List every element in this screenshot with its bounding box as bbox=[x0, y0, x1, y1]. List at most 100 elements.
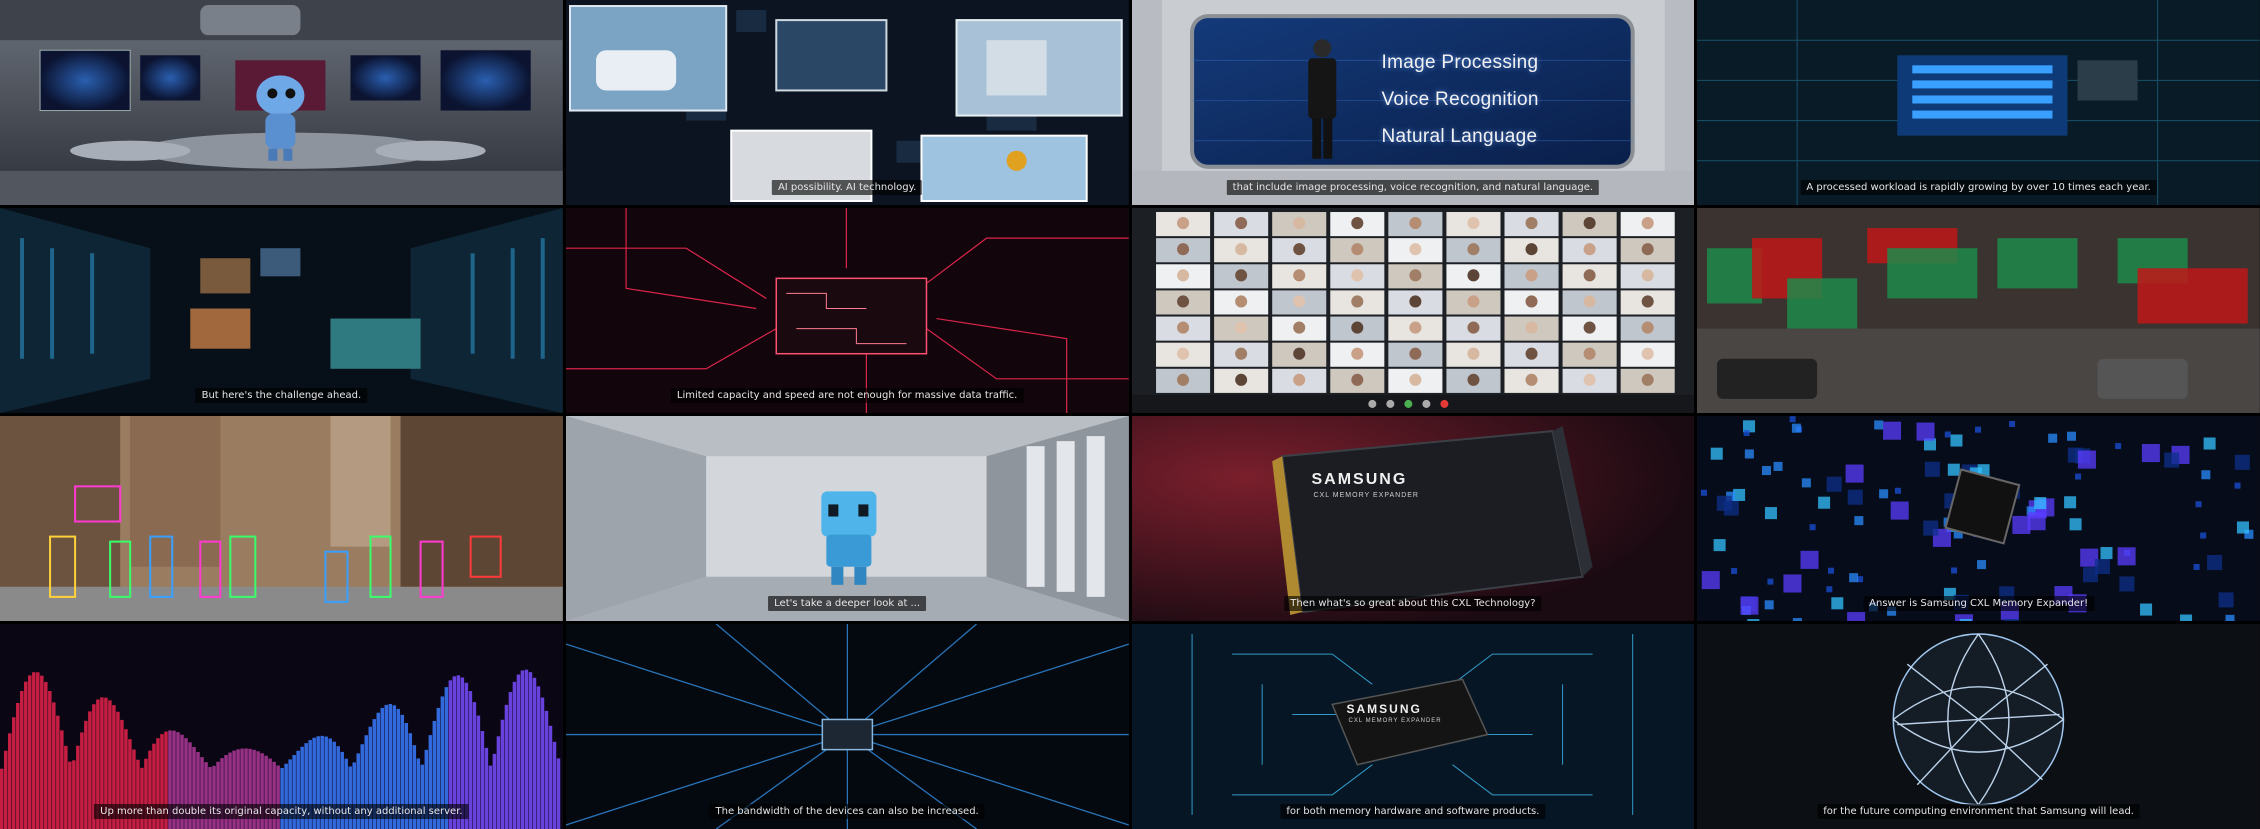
frame-12-blue-cubes: Answer is Samsung CXL Memory Expander! bbox=[1697, 416, 2260, 621]
data-cube bbox=[1916, 422, 1935, 441]
frame-caption: for both memory hardware and software pr… bbox=[1280, 804, 1546, 819]
data-cube bbox=[1701, 489, 1708, 496]
participant-face bbox=[1525, 321, 1538, 334]
capacity-bar bbox=[352, 762, 356, 829]
frame-caption: that include image processing, voice rec… bbox=[1226, 180, 1600, 195]
participant-face bbox=[1292, 373, 1305, 386]
frame-caption: Let's take a deeper look at ... bbox=[768, 596, 927, 611]
frame-10-white-room: Let's take a deeper look at ... bbox=[565, 416, 1129, 621]
capacity-bar bbox=[280, 767, 284, 829]
capacity-bar bbox=[496, 736, 501, 829]
data-cube bbox=[2119, 576, 2135, 592]
data-cube bbox=[2064, 496, 2077, 509]
data-cube bbox=[2100, 547, 2113, 560]
participant-face bbox=[1583, 321, 1596, 334]
red-chip-scene bbox=[565, 208, 1129, 413]
participant-face bbox=[1292, 295, 1305, 308]
capacity-bar bbox=[420, 764, 425, 829]
data-cube bbox=[2207, 554, 2223, 571]
capacity-bar bbox=[8, 733, 12, 829]
frame-caption: Answer is Samsung CXL Memory Expander! bbox=[1863, 596, 2095, 611]
corridor-scene bbox=[0, 208, 563, 413]
participant-face bbox=[1234, 321, 1247, 334]
data-cube bbox=[1731, 568, 1738, 575]
data-cube bbox=[2069, 518, 2082, 531]
data-cube bbox=[1765, 507, 1778, 520]
capacity-bar bbox=[44, 681, 48, 829]
data-cube bbox=[1783, 574, 1802, 593]
capacity-bar bbox=[68, 761, 72, 829]
participant-face bbox=[1641, 295, 1654, 308]
data-cube bbox=[2095, 559, 2111, 575]
capacity-bar bbox=[60, 730, 64, 829]
data-cube bbox=[1717, 495, 1733, 511]
data-cube bbox=[2142, 444, 2161, 463]
capacity-bar bbox=[276, 765, 280, 829]
data-cube bbox=[2180, 614, 2193, 621]
device-model-label: CXL MEMORY EXPANDER bbox=[1348, 718, 1442, 724]
participant-face bbox=[1466, 217, 1479, 230]
data-cube bbox=[2234, 482, 2241, 489]
capacity-bar bbox=[64, 745, 68, 829]
capacity-bar bbox=[544, 710, 549, 829]
data-cube bbox=[1818, 496, 1831, 509]
participant-face bbox=[1408, 373, 1421, 386]
participant-face bbox=[1466, 347, 1479, 360]
participant-face bbox=[1641, 269, 1654, 282]
data-cube bbox=[1845, 464, 1864, 483]
participant-face bbox=[1234, 347, 1247, 360]
participant-face bbox=[1525, 269, 1538, 282]
frame-1-studio bbox=[0, 0, 563, 205]
data-cube bbox=[1826, 586, 1833, 593]
frame-7-video-call bbox=[1131, 208, 1695, 413]
capacity-bar bbox=[512, 681, 517, 829]
participant-face bbox=[1408, 269, 1421, 282]
bandwidth-chip-scene bbox=[565, 624, 1129, 829]
participant-face bbox=[1525, 347, 1538, 360]
data-cube bbox=[1710, 447, 1723, 460]
frame-13-capacity-bars: Up more than double its original capacit… bbox=[0, 624, 563, 829]
participant-face bbox=[1350, 295, 1363, 308]
capacity-bar bbox=[524, 669, 529, 829]
participant-face bbox=[1466, 373, 1479, 386]
capacity-bar bbox=[536, 686, 541, 829]
capacity-bar bbox=[556, 758, 561, 829]
frame-11-cxl-device: SAMSUNG CXL MEMORY EXPANDER Then what's … bbox=[1131, 416, 1695, 621]
capacity-bars-scene bbox=[0, 624, 563, 829]
capacity-bar bbox=[40, 675, 44, 829]
capacity-bar bbox=[24, 681, 28, 829]
capacity-bar bbox=[476, 715, 481, 829]
data-cube bbox=[1883, 421, 1902, 440]
participant-face bbox=[1292, 243, 1305, 256]
capacity-bar bbox=[84, 720, 88, 829]
frame-caption: But here's the challenge ahead. bbox=[195, 388, 368, 403]
participant-face bbox=[1292, 347, 1305, 360]
capacity-bar bbox=[28, 675, 32, 829]
frame-caption: A processed workload is rapidly growing … bbox=[1800, 180, 2157, 195]
data-cube bbox=[1977, 560, 1987, 570]
participant-face bbox=[1408, 295, 1421, 308]
data-cube bbox=[2200, 532, 2207, 539]
data-cube bbox=[1951, 567, 1958, 574]
data-cube bbox=[1854, 516, 1864, 526]
participant-face bbox=[1292, 217, 1305, 230]
device-brand-label: SAMSUNG bbox=[1311, 471, 1408, 488]
participant-face bbox=[1466, 295, 1479, 308]
data-cube bbox=[1849, 573, 1859, 583]
data-cube bbox=[2237, 521, 2250, 534]
device-brand-label: SAMSUNG bbox=[1346, 702, 1422, 716]
participant-face bbox=[1176, 243, 1189, 256]
data-cube bbox=[2009, 420, 2016, 427]
participant-face bbox=[1176, 217, 1189, 230]
data-cube bbox=[1874, 420, 1884, 430]
capacity-bar bbox=[36, 672, 40, 829]
frame-2-ai-collage: AI possibility. AI technology. bbox=[565, 0, 1129, 205]
data-cube bbox=[1740, 596, 1759, 615]
capacity-bar bbox=[552, 741, 557, 829]
participant-face bbox=[1176, 321, 1189, 334]
participant-face bbox=[1641, 347, 1654, 360]
data-cube bbox=[2195, 501, 2202, 508]
city-detection-scene bbox=[0, 416, 563, 621]
capacity-bar bbox=[500, 719, 505, 829]
circuit-tunnel-scene bbox=[1131, 624, 1695, 829]
